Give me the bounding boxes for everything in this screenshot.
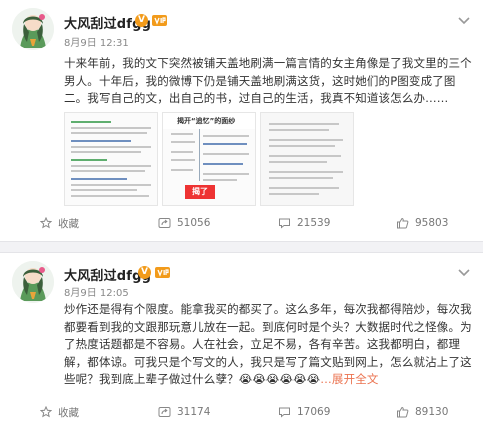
post-text: 十来年前，我的文下突然被铺天盖地刷满一篇言情的女主角像是了我文里的三个男人。十年… [64, 56, 472, 105]
chevron-down-icon[interactable] [457, 265, 471, 279]
star-icon [40, 406, 52, 418]
forward-count: 31174 [177, 406, 211, 418]
favorite-button[interactable]: 收藏 [40, 210, 79, 236]
like-icon [397, 217, 409, 229]
comment-count: 21539 [297, 217, 331, 229]
avatar-illustration [12, 261, 54, 303]
post-time[interactable]: 8月9日 12:05 [64, 284, 129, 299]
like-count: 95803 [415, 217, 449, 229]
comment-icon [279, 218, 290, 229]
like-button[interactable]: 95803 [396, 210, 448, 236]
avatar-illustration [12, 8, 54, 50]
action-bar: 收藏 51056 21539 95803 [0, 210, 483, 236]
post-divider [0, 241, 483, 253]
post-text: 炒作还是得有个限度。能拿我买的都买了。这么多年，每次我都得陪炒，每次我都要看到我… [64, 301, 474, 389]
weibo-post-2: 大风刮过dfgg V 8月9日 12:05 炒作还是得有个限度。能拿我买的都买了… [0, 253, 483, 430]
favorite-label: 收藏 [58, 406, 79, 419]
comment-count: 17069 [297, 406, 331, 418]
favorite-label: 收藏 [58, 217, 79, 230]
post-image-1[interactable] [64, 112, 158, 206]
like-icon [397, 406, 409, 418]
comment-icon [279, 407, 290, 418]
post-image-3[interactable] [260, 112, 354, 206]
image-stamp: 揭了 [185, 185, 215, 199]
post-time[interactable]: 8月9日 12:31 [64, 34, 129, 49]
post-text-body: 炒作还是得有个限度。能拿我买的都买了。这么多年，每次我都得陪炒，每次我都要看到我… [64, 302, 472, 386]
forward-icon [158, 218, 171, 228]
forward-button[interactable]: 31174 [158, 399, 210, 425]
vip-badge-icon [152, 15, 167, 26]
expand-full-text-link[interactable]: …展开全文 [320, 372, 378, 386]
vip-badge-icon [155, 267, 170, 278]
like-button[interactable]: 89130 [396, 399, 448, 425]
favorite-button[interactable]: 收藏 [40, 399, 79, 425]
comment-button[interactable]: 17069 [278, 399, 330, 425]
post-images: 揭开“追忆”的面纱 揭了 [64, 112, 384, 206]
star-icon [40, 217, 52, 229]
chevron-down-icon[interactable] [457, 13, 471, 27]
like-count: 89130 [415, 406, 449, 418]
avatar[interactable] [12, 261, 54, 303]
image-title: 揭开“追忆”的面纱 [177, 117, 236, 125]
post-image-2[interactable]: 揭开“追忆”的面纱 揭了 [162, 112, 256, 206]
weibo-post-1: 大风刮过dfgg V 8月9日 12:31 十来年前，我的文下突然被铺天盖地刷满… [0, 0, 483, 241]
forward-button[interactable]: 51056 [158, 210, 210, 236]
action-bar: 收藏 31174 17069 89130 [0, 399, 483, 425]
v-badge-icon: V [138, 266, 151, 279]
v-badge-icon: V [135, 14, 148, 27]
forward-icon [158, 407, 171, 417]
comment-button[interactable]: 21539 [278, 210, 330, 236]
forward-count: 51056 [177, 217, 211, 229]
avatar[interactable] [12, 8, 54, 50]
